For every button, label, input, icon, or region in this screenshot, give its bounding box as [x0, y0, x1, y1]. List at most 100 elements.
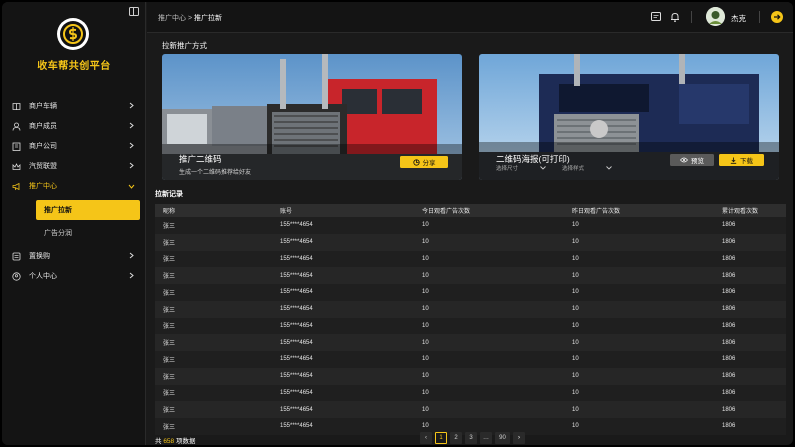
building-icon	[12, 142, 21, 151]
table-body: 张三 155****4654 10 10 1806 张三 155****4654 10 10 18…	[155, 217, 786, 435]
sidebar-item-merchant-vehicles[interactable]: 商户车辆	[2, 96, 146, 116]
table-cell: 155****4654	[280, 222, 313, 229]
table-row: 张三 155****4654 10 10 1806	[155, 401, 786, 418]
top-header: 推广中心 > 推广拉新 杰克	[147, 2, 793, 33]
table-cell: 张三	[163, 223, 176, 230]
list-icon	[12, 252, 21, 261]
chevron-right-icon	[129, 252, 134, 259]
size-select-value: 选择尺寸	[496, 165, 519, 172]
table-cell: 155****4654	[280, 339, 313, 346]
column-header: 昵称	[163, 209, 176, 215]
pagination-page[interactable]: 3	[465, 432, 477, 444]
table-cell: 10	[572, 373, 579, 380]
table-header: 昵称 账号 今日观看广告次数 昨日观看广告次数 累计观看次数	[155, 204, 786, 217]
column-header: 账号	[280, 209, 293, 215]
table-cell: 155****4654	[280, 239, 313, 246]
chevron-right-icon	[129, 162, 134, 169]
table-row: 张三 155****4654 10 10 1806	[155, 233, 786, 251]
pagination-page[interactable]: 2	[450, 432, 462, 444]
table-cell: 10	[572, 306, 579, 313]
size-select[interactable]: 选择尺寸	[496, 162, 546, 173]
sidebar-item-label: 置换购	[29, 253, 50, 260]
table-cell: 1806	[722, 255, 736, 262]
column-header: 今日观看广告次数	[422, 209, 471, 215]
sidebar-collapse-icon[interactable]	[129, 7, 139, 16]
preview-button[interactable]: 预览	[670, 154, 714, 166]
table-cell: 1806	[722, 322, 736, 329]
table-cell: 1806	[722, 306, 736, 313]
table-cell: 张三	[163, 240, 176, 247]
breadcrumb-separator: >	[187, 15, 193, 22]
share-button[interactable]: 分享	[400, 156, 448, 168]
sidebar-item-label: 商户公司	[29, 143, 57, 150]
records-table: 昵称 账号 今日观看广告次数 昨日观看广告次数 累计观看次数 张三 155****…	[155, 204, 786, 435]
header-divider	[691, 11, 692, 23]
avatar[interactable]	[706, 7, 725, 26]
table-cell: 10	[572, 222, 579, 229]
table-cell: 1806	[722, 272, 736, 279]
table-cell: 10	[422, 222, 429, 229]
table-row: 张三 155****4654 10 10 1806	[155, 384, 786, 402]
records-title: 拉新记录	[155, 191, 183, 198]
pagination-page[interactable]: 90	[495, 432, 510, 444]
table-cell: 1806	[722, 356, 736, 363]
sidebar-item-trade-alliance[interactable]: 汽贸联盟	[2, 156, 146, 176]
table-cell: 张三	[163, 274, 176, 281]
sidebar-subitem-promotion-new[interactable]: 推广拉新	[36, 200, 140, 220]
pagination-next[interactable]: ›	[513, 432, 525, 444]
table-cell: 张三	[163, 341, 176, 348]
pagination-ellipsis[interactable]: …	[480, 432, 492, 444]
table-cell: 张三	[163, 290, 176, 297]
table-cell: 1806	[722, 289, 736, 296]
download-button[interactable]: 下载	[719, 154, 764, 166]
table-cell: 10	[422, 339, 429, 346]
table-cell: 155****4654	[280, 255, 313, 262]
sidebar-item-personal-center[interactable]: 个人中心	[2, 266, 146, 286]
column-header: 昨日观看广告次数	[572, 209, 621, 215]
logout-icon[interactable]	[771, 11, 783, 23]
chevron-right-icon	[129, 122, 134, 129]
section-title: 拉新推广方式	[162, 41, 207, 50]
table-cell: 10	[572, 356, 579, 363]
username[interactable]: 杰克	[731, 13, 746, 24]
table-cell: 张三	[163, 374, 176, 381]
sidebar-item-merchant-members[interactable]: 商户成员	[2, 116, 146, 136]
style-select[interactable]: 选择样式	[562, 162, 612, 173]
message-icon[interactable]	[650, 11, 662, 23]
table-cell: 1806	[722, 423, 736, 430]
share-label: 分享	[422, 160, 436, 167]
crown-icon	[12, 162, 21, 171]
sidebar-item-exchange-purchase[interactable]: 置换购	[2, 246, 146, 266]
brand-name: 收车帮共创平台	[37, 61, 111, 72]
table-cell: 155****4654	[280, 373, 313, 380]
table-cell: 155****4654	[280, 289, 313, 296]
sidebar-item-label: 推广中心	[29, 183, 57, 190]
sidebar-item-label: 商户车辆	[29, 103, 57, 110]
chevron-right-icon	[129, 272, 134, 279]
pagination-page[interactable]: 1	[435, 432, 447, 444]
app-window: 收车帮共创平台 商户车辆 商户成员 商户公司 汽贸联盟 推广中心 推广拉新 广告…	[2, 2, 793, 445]
table-cell: 张三	[163, 391, 176, 398]
bell-icon[interactable]	[669, 11, 681, 23]
table-cell: 张三	[163, 357, 176, 364]
pagination-prev[interactable]: ‹	[420, 432, 432, 444]
table-cell: 张三	[163, 424, 176, 431]
table-row: 张三 155****4654 10 10 1806	[155, 351, 786, 368]
table-cell: 10	[422, 255, 429, 262]
table-cell: 155****4654	[280, 389, 313, 396]
sidebar-item-merchant-company[interactable]: 商户公司	[2, 136, 146, 156]
header-divider	[759, 11, 760, 23]
breadcrumb-parent[interactable]: 推广中心	[158, 15, 186, 22]
table-cell: 1806	[722, 373, 736, 380]
brand-logo	[57, 18, 89, 50]
sidebar-item-promotion-center[interactable]: 推广中心	[2, 176, 146, 196]
table-cell: 10	[572, 389, 579, 396]
table-row: 张三 155****4654 10 10 1806	[155, 300, 786, 318]
column-header: 累计观看次数	[722, 209, 759, 215]
table-cell: 10	[572, 423, 579, 430]
table-cell: 10	[422, 406, 429, 413]
table-cell: 10	[422, 239, 429, 246]
table-cell: 10	[422, 373, 429, 380]
chevron-down-icon	[606, 165, 612, 170]
sidebar-subitem-ad-revenue-share[interactable]: 广告分润	[36, 223, 140, 243]
